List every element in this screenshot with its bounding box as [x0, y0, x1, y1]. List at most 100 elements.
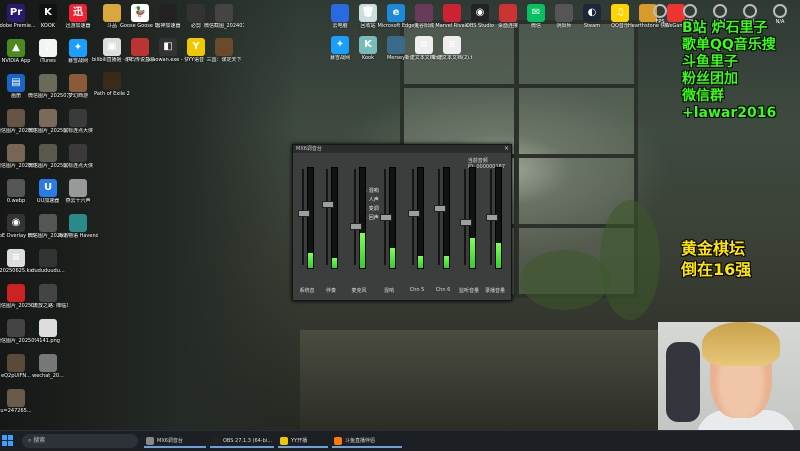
desktop-shortcut[interactable]: 三国：谋定天下 — [204, 38, 244, 63]
desktop-shortcut[interactable]: wechat_20... — [28, 354, 68, 379]
mixer-window[interactable]: MX6调音台 × 当前音频 ID: 000000187 ✎ 混响 ✎ 人声 ✎ … — [292, 144, 512, 301]
fader-knob[interactable] — [486, 214, 498, 221]
cloud-pc-icon — [331, 4, 349, 22]
taskbar-app-button[interactable]: 斗鱼直播伴侣 — [332, 434, 402, 448]
douyu-icon — [334, 437, 342, 445]
exe-icon: ◧ — [159, 38, 177, 56]
kook-icon: K — [39, 4, 57, 22]
shortcut-label: 微信截图_2024071... — [204, 23, 244, 29]
shortcut-label: 《流放之路: 降临》资光... — [28, 303, 68, 309]
overlay-line: 微信群+lawar2016 — [682, 88, 777, 121]
desktop-shortcut[interactable]: u=247265... — [0, 389, 36, 414]
na-icon — [773, 4, 787, 18]
taskbar: ⌕ 搜索 MX6调音台 OBS 27.1.3 (64-bi... YY开播 斗鱼直播伴… — [0, 430, 800, 451]
image-file-icon — [39, 144, 57, 162]
search-icon: ⌕ — [28, 437, 32, 444]
nvidia-icon: ▲ — [7, 39, 25, 57]
qqmusic-icon: ♫ — [611, 4, 629, 22]
system-monitor-widget[interactable]: FPS — [646, 4, 674, 28]
fader-track[interactable] — [326, 169, 328, 265]
desktop-shortcut[interactable]: 鼠标连点大侠 — [58, 109, 98, 134]
desktop-shortcut[interactable]: Path of Exile 2 — [92, 72, 132, 97]
shortcut-label: 鼠标连点大侠 — [62, 163, 93, 169]
fx-item[interactable]: ✎ 混响 — [363, 187, 403, 196]
fader-track[interactable] — [412, 169, 414, 265]
desktop-shortcut[interactable]: 《流放之路: 降临》资光... — [28, 284, 68, 309]
fader-knob[interactable] — [350, 223, 362, 230]
taskbar-app-button[interactable]: YY开播 — [278, 434, 328, 448]
level-meter-fill — [360, 233, 365, 268]
fader-knob[interactable] — [434, 205, 446, 212]
premiere-icon: Pr — [7, 4, 25, 22]
shortcut-label: 三国：谋定天下 — [206, 57, 242, 63]
desktop-shortcut[interactable]: dududuudu... — [28, 249, 68, 274]
obs-icon — [212, 437, 220, 445]
overlay-line: 黄金棋坛 — [681, 239, 746, 258]
desktop-shortcut[interactable]: 鼠标连点大侠 — [58, 144, 98, 169]
fader-track[interactable] — [302, 169, 304, 265]
image-file-icon — [39, 284, 57, 302]
game-icon — [415, 4, 433, 22]
fader-knob[interactable] — [408, 209, 420, 217]
taskbar-app-button[interactable]: MX6调音台 — [144, 434, 206, 448]
desktop-shortcut[interactable]: 微信截图_2024071... — [204, 4, 244, 29]
level-meter-fill — [470, 238, 475, 268]
image-file-icon — [39, 214, 57, 232]
shortcut-label: dududuudu... — [31, 268, 65, 274]
battlenet-icon: ✦ — [69, 39, 87, 57]
shortcut-label: 新建文本文档(2).txt — [432, 55, 472, 61]
level-meter — [331, 167, 338, 269]
desktop-shortcut[interactable]: 海道物语 Havendock — [58, 214, 98, 239]
taskbar-app-label: MX6调音台 — [157, 438, 183, 444]
fader-knob[interactable] — [460, 218, 472, 226]
image-file-icon — [7, 354, 25, 372]
channel-label: Chn 5 — [409, 287, 425, 293]
game-icon — [443, 4, 461, 22]
fader-track[interactable] — [464, 169, 466, 265]
fader-track[interactable] — [438, 169, 440, 265]
desktop-shortcut[interactable]: 4141.png — [28, 319, 68, 344]
webcam-chair — [666, 342, 700, 422]
level-meter-fill — [332, 258, 337, 268]
mixer-title: MX6调音台 — [296, 146, 322, 152]
search-placeholder: 搜索 — [33, 437, 46, 444]
battlenet-icon: ✦ — [331, 36, 349, 54]
text-file-icon: ≡ — [415, 36, 433, 54]
game-icon — [69, 74, 87, 92]
taskbar-app-button[interactable]: OBS 27.1.3 (64-bi... — [210, 434, 274, 448]
fx-item[interactable]: ✎ 变调 — [363, 205, 403, 214]
webcam-hair — [702, 322, 780, 366]
taskbar-app-label: OBS 27.1.3 (64-bi... — [223, 438, 272, 444]
fx-item[interactable]: ✎ 人声 — [363, 196, 403, 205]
wechat-icon: ✉ — [527, 4, 545, 22]
desktop-shortcut[interactable]: ≡新建文本文档(2).txt — [432, 36, 472, 61]
level-meter-fill — [308, 253, 313, 268]
taskbar-search-box[interactable]: ⌕ 搜索 — [22, 434, 138, 448]
image-file-icon — [7, 109, 25, 127]
windows-start-icon[interactable] — [2, 435, 16, 447]
fader-track[interactable] — [354, 169, 356, 265]
obs-icon: ◉ — [471, 4, 489, 22]
desktop-shortcut[interactable]: 燕云十六声 — [58, 179, 98, 204]
shortcut-label: wechat_20... — [32, 373, 64, 379]
mixer-titlebar[interactable]: MX6调音台 × — [293, 145, 511, 153]
level-meter-fill — [418, 256, 423, 268]
bijian-icon — [187, 4, 205, 22]
fader-knob[interactable] — [322, 200, 334, 208]
xunyou-icon: 迅 — [69, 4, 87, 22]
image-file-icon — [39, 319, 57, 337]
fader-knob[interactable] — [298, 209, 310, 217]
desktop: PrAdobe Premie...▲NVIDIA App▤画册微信图片_2025… — [0, 0, 800, 430]
close-icon[interactable]: × — [504, 145, 509, 153]
shortcut-label: u=247265... — [0, 408, 32, 414]
level-meter-fill — [390, 248, 395, 268]
wallpaper-plant — [520, 250, 610, 310]
uu-icon: U — [39, 179, 57, 197]
stream-info-overlay: B站 炉石里子 歌单QQ音乐搜 斗鱼里子 粉丝团加 微信群+lawar2016 — [682, 20, 800, 122]
mouse-clicker-icon — [69, 109, 87, 127]
image-file-icon — [39, 354, 57, 372]
fader-knob[interactable] — [380, 214, 392, 221]
fps-icon — [653, 4, 667, 18]
channel-label: 监听音量 — [458, 288, 479, 294]
taskbar-app-label: YY开播 — [291, 438, 308, 444]
